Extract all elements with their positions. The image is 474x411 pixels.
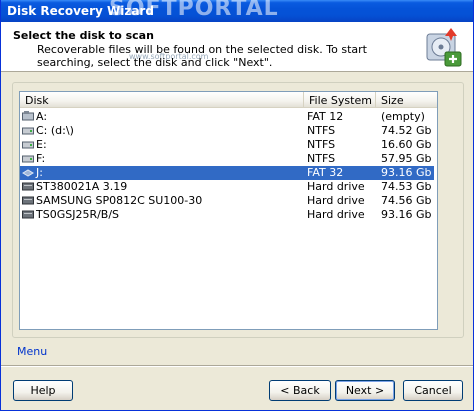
column-header-size[interactable]: Size xyxy=(376,92,436,108)
disk-name: C: (d:\) xyxy=(36,124,74,137)
file-system: NTFS xyxy=(307,124,336,137)
disk-size: (empty) xyxy=(381,110,425,123)
disk-name: A: xyxy=(36,110,48,123)
page-title: Select the disk to scan xyxy=(13,29,154,42)
physical-disk-icon xyxy=(22,209,34,219)
disk-row-c[interactable]: C: (d:\) NTFS 74.52 Gb xyxy=(20,124,437,138)
file-system: Hard drive xyxy=(307,194,365,207)
file-system: NTFS xyxy=(307,152,336,165)
disk-size: 74.56 Gb xyxy=(381,194,432,207)
disk-name: J: xyxy=(36,166,43,179)
disk-name: ST380021A 3.19 xyxy=(36,180,128,193)
file-system: FAT 12 xyxy=(307,110,344,123)
file-system: Hard drive xyxy=(307,208,365,221)
wizard-header: Select the disk to scan www.softportal.c… xyxy=(1,22,473,72)
removable-drive-icon xyxy=(22,167,34,177)
file-system: Hard drive xyxy=(307,180,365,193)
disk-size: 57.95 Gb xyxy=(381,152,432,165)
disk-name: E: xyxy=(36,138,47,151)
disk-recovery-wizard-window: Disk Recovery Wizard SOFTPORTAL Select t… xyxy=(0,0,474,411)
disk-row-e[interactable]: E: NTFS 16.60 Gb xyxy=(20,138,437,152)
disk-size: 93.16 Gb xyxy=(381,208,432,221)
column-header-file-system[interactable]: File System xyxy=(304,92,376,108)
window-title: Disk Recovery Wizard xyxy=(7,4,154,18)
physical-disk-icon xyxy=(22,195,34,205)
floppy-drive-icon xyxy=(22,111,34,121)
disk-row-ts0gsj25r[interactable]: TS0GSJ25R/B/S Hard drive 93.16 Gb xyxy=(20,208,437,222)
disk-name: SAMSUNG SP0812C SU100-30 xyxy=(36,194,203,207)
back-button[interactable]: < Back xyxy=(269,380,331,401)
disk-row-f[interactable]: F: NTFS 57.95 Gb xyxy=(20,152,437,166)
disk-row-j[interactable]: J: FAT 32 93.16 Gb xyxy=(20,166,437,180)
disk-size: 74.52 Gb xyxy=(381,124,432,137)
footer-separator xyxy=(1,365,473,367)
page-description: Recoverable files will be found on the s… xyxy=(37,43,367,69)
physical-disk-icon xyxy=(22,181,34,191)
disk-size: 74.53 Gb xyxy=(381,180,432,193)
disk-list-header: Disk File System Size xyxy=(20,92,437,108)
title-bar[interactable]: Disk Recovery Wizard SOFTPORTAL xyxy=(1,0,473,22)
hard-drive-icon xyxy=(22,153,34,163)
disk-name: TS0GSJ25R/B/S xyxy=(36,208,120,221)
help-button[interactable]: Help xyxy=(13,380,73,401)
disk-row-samsung[interactable]: SAMSUNG SP0812C SU100-30 Hard drive 74.5… xyxy=(20,194,437,208)
next-button[interactable]: Next > xyxy=(335,380,395,401)
disk-row-st380021a[interactable]: ST380021A 3.19 Hard drive 74.53 Gb xyxy=(20,180,437,194)
disk-row-a[interactable]: A: FAT 12 (empty) xyxy=(20,110,437,124)
column-header-disk[interactable]: Disk xyxy=(20,92,304,108)
file-system: NTFS xyxy=(307,138,336,151)
file-system: FAT 32 xyxy=(307,166,344,179)
disk-size: 16.60 Gb xyxy=(381,138,432,151)
disk-recovery-icon xyxy=(421,26,465,70)
hard-drive-icon xyxy=(22,125,34,135)
disk-name: F: xyxy=(36,152,46,165)
disk-size: 93.16 Gb xyxy=(381,166,432,179)
menu-link[interactable]: Menu xyxy=(17,345,47,358)
disk-list[interactable]: Disk File System Size A: FAT 12 (empty) … xyxy=(19,91,438,330)
cancel-button[interactable]: Cancel xyxy=(403,380,463,401)
hard-drive-icon xyxy=(22,139,34,149)
